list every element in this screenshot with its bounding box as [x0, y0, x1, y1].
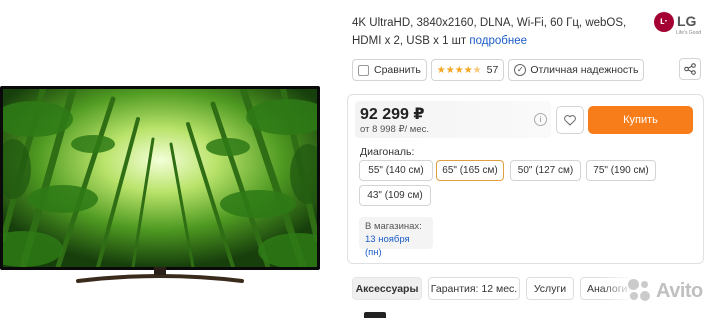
- reviews-count: 57: [486, 64, 499, 76]
- compare-label: Сравнить: [374, 64, 421, 76]
- rating-button[interactable]: ★★★★★ 57: [430, 59, 505, 81]
- diagonal-option-50[interactable]: 50" (127 см): [510, 160, 581, 181]
- check-icon: ✓: [514, 64, 527, 76]
- tv-screen: [0, 86, 320, 270]
- brand-name: LG: [677, 13, 697, 29]
- bamboo-forest-picture: [3, 89, 317, 267]
- rating-stars-icon: ★★★★★: [436, 64, 482, 76]
- reliability-badge[interactable]: ✓ Отличная надежность: [508, 59, 645, 81]
- diagonal-option-75[interactable]: 75" (190 см): [586, 160, 656, 181]
- diagonal-label: Диагональ:: [360, 146, 415, 158]
- share-icon: [684, 63, 696, 75]
- heart-icon: [564, 114, 576, 126]
- credit-price[interactable]: от 8 998 ₽/ мес.: [360, 124, 429, 135]
- more-link[interactable]: подробнее: [469, 35, 527, 47]
- availability-title: В магазинах:: [365, 221, 422, 232]
- reliability-label: Отличная надежность: [530, 64, 639, 76]
- product-actions: Сравнить ★★★★★ 57 ✓ Отличная надежность: [352, 59, 645, 81]
- share-button[interactable]: [679, 58, 701, 80]
- compare-button[interactable]: Сравнить: [352, 59, 427, 81]
- tab-accessories[interactable]: Аксессуары: [352, 277, 422, 300]
- brand-slogan: Life's Good: [676, 30, 702, 36]
- product-image[interactable]: [0, 86, 320, 286]
- tv-stand: [76, 267, 244, 283]
- diagonal-option-43[interactable]: 43" (109 см): [359, 185, 431, 206]
- tab-services[interactable]: Услуги: [526, 277, 574, 300]
- lg-logo-icon: ʟ·: [654, 12, 674, 32]
- diagonal-option-55[interactable]: 55" (140 см): [359, 160, 433, 181]
- info-icon[interactable]: i: [534, 113, 547, 126]
- compare-checkbox-icon: [358, 64, 369, 76]
- brand-logo[interactable]: ʟ· LG Life's Good: [654, 12, 702, 38]
- avito-watermark: Avito: [628, 278, 712, 304]
- availability-block[interactable]: В магазинах: 13 ноября (пн): [359, 217, 433, 258]
- tab-warranty[interactable]: Гарантия: 12 мес.: [428, 277, 520, 300]
- availability-date[interactable]: 13 ноября (пн): [365, 233, 427, 259]
- buy-button[interactable]: Купить: [588, 106, 693, 134]
- product-specs: 4K UltraHD, 3840x2160, DLNA, Wi-Fi, 60 Г…: [352, 14, 642, 50]
- diagonal-option-65[interactable]: 65" (165 см): [436, 160, 504, 181]
- favorite-button[interactable]: [556, 106, 584, 134]
- price-value: 92 299 ₽: [360, 106, 425, 123]
- avito-logo-icon: [628, 279, 652, 303]
- bottom-thumbnail-edge: [364, 312, 386, 318]
- avito-wordmark: Avito: [656, 279, 703, 302]
